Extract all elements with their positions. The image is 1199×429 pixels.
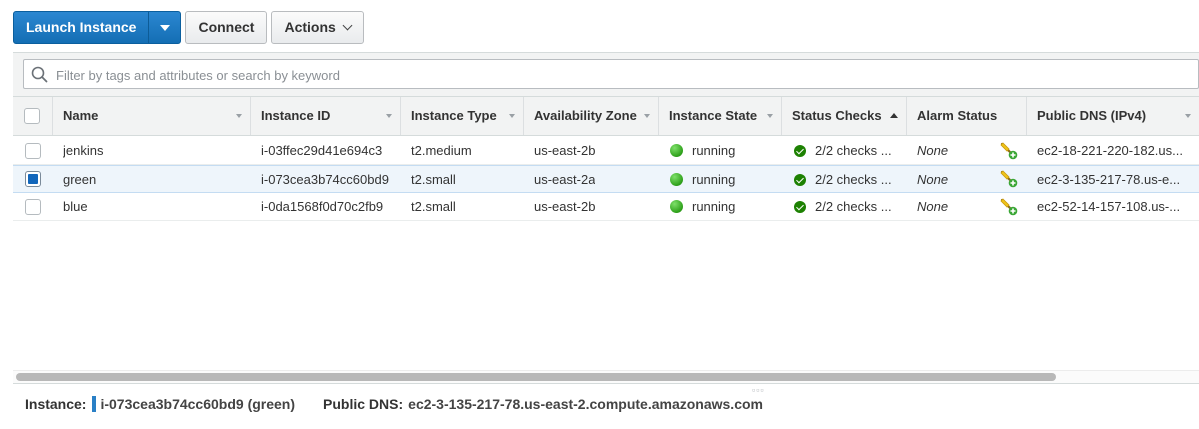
column-header-label: Availability Zone [534, 108, 637, 123]
column-header-public-dns[interactable]: Public DNS (IPv4) [1027, 97, 1199, 135]
running-status-icon [670, 173, 683, 186]
cell-instance-id: i-03ffec29d41e694c3 [261, 143, 383, 158]
sort-icon [644, 114, 650, 118]
create-alarm-icon[interactable] [1000, 198, 1018, 216]
filter-bar [13, 52, 1199, 97]
cell-alarm-status: None [917, 172, 949, 187]
actions-button-label: Actions [284, 19, 336, 35]
table-row[interactable]: blue i-0da1568f0d70c2fb9 t2.small us-eas… [13, 193, 1199, 221]
cell-name: jenkins [63, 143, 104, 158]
row-checkbox-checked[interactable] [25, 171, 41, 187]
caret-down-icon [159, 24, 170, 31]
cell-instance-type: t2.small [411, 199, 456, 214]
ec2-instances-console: Launch Instance Connect Actions Name [0, 0, 1199, 429]
column-header-label: Public DNS (IPv4) [1037, 108, 1147, 123]
sort-icon [509, 114, 515, 118]
actions-dropdown-button[interactable]: Actions [271, 11, 364, 44]
check-circle-icon [794, 145, 806, 157]
toolbar: Launch Instance Connect Actions [13, 11, 364, 44]
cell-public-dns: ec2-52-14-157-108.us-... [1037, 199, 1181, 214]
select-all-column [13, 97, 53, 135]
cell-availability-zone: us-east-2a [534, 172, 596, 187]
cell-public-dns: ec2-18-221-220-182.us... [1037, 143, 1183, 158]
instance-detail-bar: Instance: i-073cea3b74cc60bd9 (green) Pu… [25, 396, 763, 412]
column-header-name[interactable]: Name [53, 97, 251, 135]
cell-instance-type: t2.medium [411, 143, 472, 158]
panel-divider [13, 383, 1199, 384]
search-box [23, 59, 1199, 90]
check-circle-icon [794, 201, 806, 213]
sort-icon [386, 114, 392, 118]
running-status-icon [670, 200, 683, 213]
select-all-checkbox[interactable] [24, 108, 40, 124]
cell-availability-zone: us-east-2b [534, 199, 596, 214]
cell-instance-state: running [692, 143, 736, 158]
cell-instance-state: running [692, 172, 736, 187]
column-header-alarm-status[interactable]: Alarm Status [907, 97, 1027, 135]
instance-marker-icon [92, 396, 97, 412]
cell-name: green [63, 172, 97, 187]
cell-alarm-status: None [917, 199, 949, 214]
column-header-label: Instance ID [261, 108, 331, 123]
check-circle-icon [794, 174, 806, 186]
cell-status-checks[interactable]: 2/2 checks ... [815, 166, 903, 193]
sort-icon [236, 114, 242, 118]
search-icon [31, 66, 48, 83]
launch-instance-button-group: Launch Instance [13, 11, 182, 44]
instance-label: Instance: [25, 396, 87, 412]
column-header-label: Alarm Status [917, 108, 998, 123]
connect-button-label: Connect [198, 19, 255, 35]
sort-icon [767, 114, 773, 118]
cell-availability-zone: us-east-2b [534, 143, 596, 158]
public-dns-label: Public DNS: [323, 396, 404, 412]
cell-instance-id: i-073cea3b74cc60bd9 [261, 172, 389, 187]
cell-alarm-status: None [917, 143, 949, 158]
chevron-down-icon [342, 20, 353, 31]
row-checkbox[interactable] [25, 143, 41, 159]
column-header-instance-state[interactable]: Instance State [659, 97, 782, 135]
connect-button[interactable]: Connect [185, 11, 268, 44]
cell-public-dns: ec2-3-135-217-78.us-e... [1037, 172, 1181, 187]
launch-instance-dropdown-button[interactable] [148, 12, 180, 43]
column-header-label: Instance Type [411, 108, 497, 123]
table-row[interactable]: jenkins i-03ffec29d41e694c3 t2.medium us… [13, 137, 1199, 165]
cell-instance-id: i-0da1568f0d70c2fb9 [261, 199, 384, 214]
search-input[interactable] [54, 60, 1158, 90]
column-header-label: Instance State [669, 108, 758, 123]
row-checkbox[interactable] [25, 199, 41, 215]
cell-status-checks[interactable]: 2/2 checks ... [815, 137, 903, 164]
column-header-label: Status Checks [792, 108, 882, 123]
resize-grip-icon[interactable]: ▫▫▫ [752, 385, 765, 395]
sort-ascending-icon [890, 113, 898, 118]
table-header: Name Instance ID Instance Type Availabil… [13, 96, 1199, 136]
cell-name: blue [63, 199, 88, 214]
cell-instance-type: t2.small [411, 172, 456, 187]
create-alarm-icon[interactable] [1000, 142, 1018, 160]
cell-status-checks[interactable]: 2/2 checks ... [815, 193, 903, 220]
scrollbar-thumb[interactable] [16, 373, 1056, 381]
column-header-label: Name [63, 108, 99, 123]
column-header-instance-type[interactable]: Instance Type [401, 97, 524, 135]
horizontal-scrollbar[interactable] [13, 370, 1199, 383]
column-header-instance-id[interactable]: Instance ID [251, 97, 401, 135]
create-alarm-icon[interactable] [1000, 170, 1018, 188]
sort-icon [1185, 114, 1191, 118]
cell-instance-state: running [692, 199, 736, 214]
instance-value: i-073cea3b74cc60bd9 (green) [100, 396, 296, 412]
column-header-availability-zone[interactable]: Availability Zone [524, 97, 659, 135]
running-status-icon [670, 144, 683, 157]
column-header-status-checks[interactable]: Status Checks [782, 97, 907, 135]
public-dns-value: ec2-3-135-217-78.us-east-2.compute.amazo… [408, 396, 763, 412]
table-row-selected[interactable]: green i-073cea3b74cc60bd9 t2.small us-ea… [13, 165, 1199, 193]
launch-instance-button[interactable]: Launch Instance [14, 12, 148, 43]
